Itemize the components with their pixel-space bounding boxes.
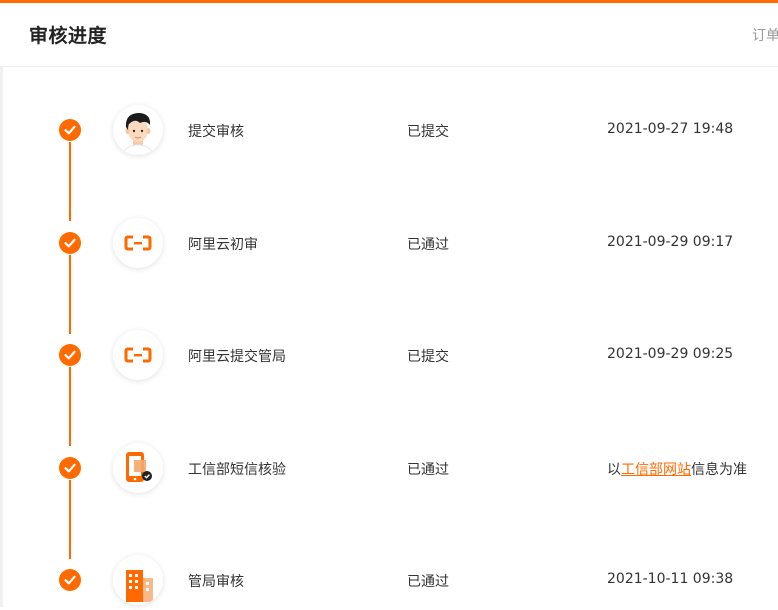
- page-header: 审核进度 订单: [0, 3, 778, 67]
- aliyun-logo-icon: [113, 218, 163, 268]
- progress-step: 提交审核 已提交 2021-09-27 19:48: [0, 100, 778, 160]
- step-time: 2021-09-29 09:17: [607, 234, 734, 250]
- check-icon: [59, 232, 81, 254]
- progress-step: 阿里云初审 已通过 2021-09-29 09:17: [0, 213, 778, 273]
- step-status: 已通过: [407, 574, 449, 590]
- step-time: 2021-09-29 09:25: [607, 346, 734, 362]
- progress-step: 工信部短信核验 已通过 以工信部网站信息为准: [0, 438, 778, 498]
- check-icon: [59, 569, 81, 591]
- building-icon: [113, 555, 163, 605]
- check-icon: [59, 457, 81, 479]
- step-status: 已提交: [407, 349, 449, 365]
- check-icon: [59, 344, 81, 366]
- step-name: 阿里云初审: [188, 237, 258, 253]
- step-name: 工信部短信核验: [188, 462, 286, 478]
- check-icon: [59, 119, 81, 141]
- miit-website-link[interactable]: 工信部网站: [621, 462, 691, 478]
- time-note-suffix: 信息为准: [691, 462, 747, 478]
- progress-step: 阿里云提交管局 已提交 2021-09-29 09:25: [0, 325, 778, 385]
- step-status: 已提交: [407, 124, 449, 140]
- step-status: 已通过: [407, 462, 449, 478]
- step-status: 已通过: [407, 237, 449, 253]
- phone-verify-icon: [113, 443, 163, 493]
- aliyun-logo-icon: [113, 330, 163, 380]
- step-time: 2021-10-11 09:38: [607, 571, 734, 587]
- order-link[interactable]: 订单: [752, 25, 778, 45]
- step-name: 提交审核: [188, 124, 244, 140]
- step-name: 管局审核: [188, 574, 244, 590]
- step-name: 阿里云提交管局: [188, 349, 286, 365]
- page-title: 审核进度: [29, 25, 108, 47]
- time-note-prefix: 以: [607, 462, 621, 478]
- progress-step: 管局审核 已通过 2021-10-11 09:38: [0, 550, 778, 610]
- user-avatar-icon: [113, 105, 163, 155]
- step-time: 2021-09-27 19:48: [607, 121, 734, 137]
- step-time-note: 以工信部网站信息为准: [607, 459, 747, 479]
